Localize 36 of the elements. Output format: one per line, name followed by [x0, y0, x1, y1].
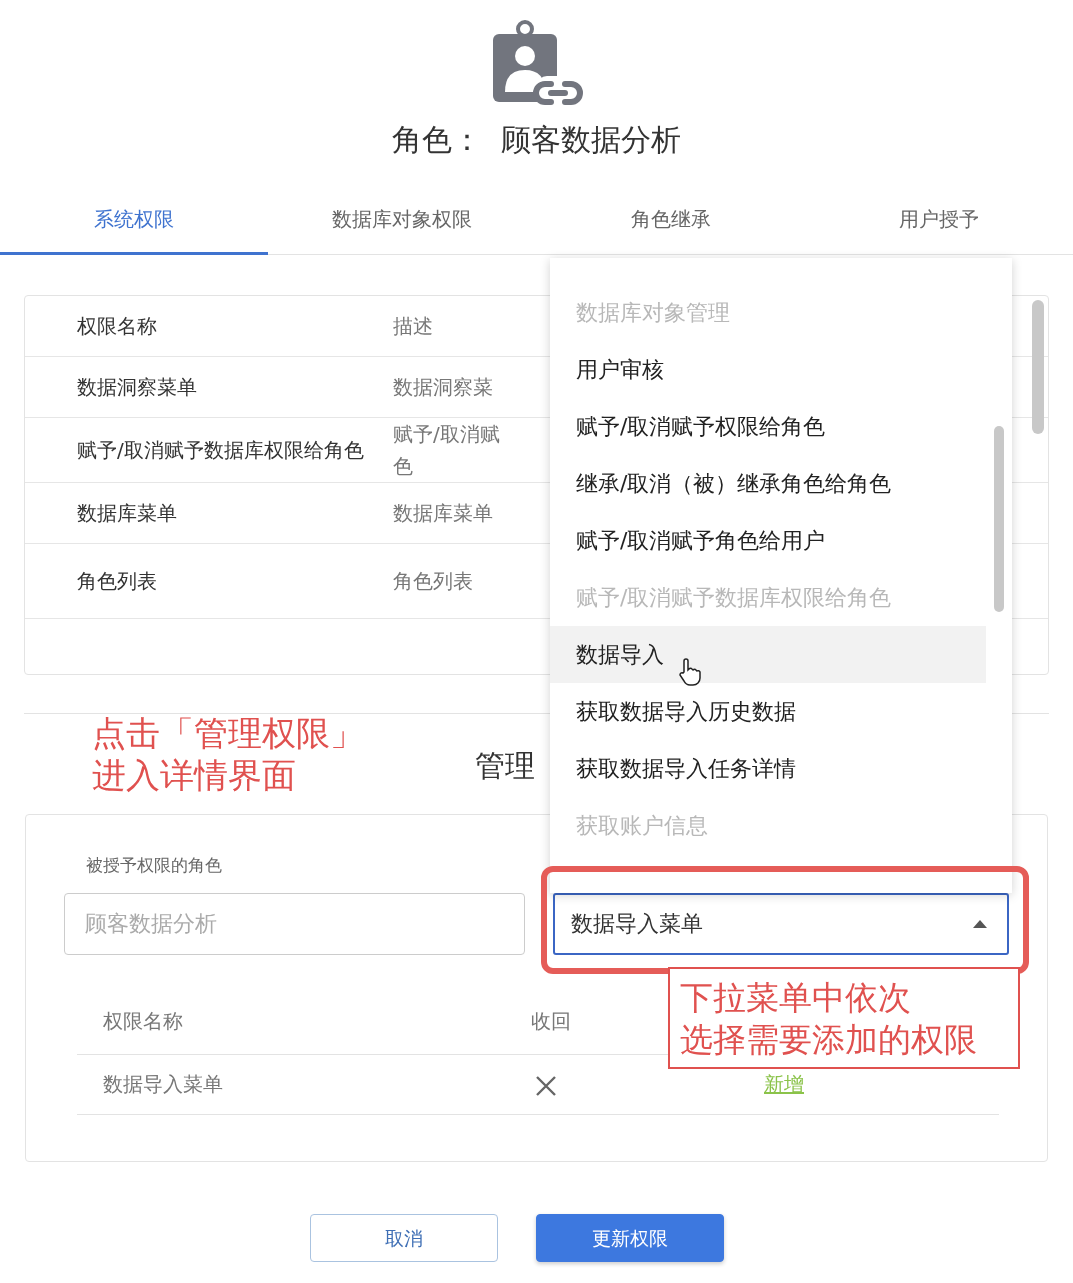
tab[interactable]: 用户授予	[804, 185, 1073, 255]
table-cell-text: 赋予/取消赋 色	[393, 421, 501, 480]
table-cell-text: 角色列表	[76, 568, 158, 595]
hand-cursor-icon	[678, 658, 702, 686]
annotation-note: 下拉菜单中依次 选择需要添加的权限	[668, 967, 1020, 1069]
column-header: 权限名称	[76, 313, 158, 340]
update-button[interactable]: 更新权限	[535, 1214, 724, 1262]
tab[interactable]: 系统权限	[0, 185, 269, 255]
table-cell-text: 角色列表	[393, 568, 474, 595]
menu-item[interactable]: 赋予/取消赋予权限给角色	[550, 398, 986, 455]
cancel-button[interactable]: 取消	[309, 1214, 498, 1262]
section-heading: 管理	[475, 747, 535, 785]
annotation-note: 点击「管理权限」 进入详情界面	[92, 712, 364, 796]
close-icon[interactable]	[535, 1074, 557, 1097]
table-cell-text: 数据库菜单	[393, 500, 494, 527]
table-cell-text: 数据库菜单	[76, 500, 178, 527]
scrollbar-thumb[interactable]	[994, 426, 1004, 612]
menu-item[interactable]: 赋予/取消赋予角色给用户	[550, 512, 986, 569]
tab[interactable]: 角色继承	[536, 185, 805, 255]
table-cell-text: 赋予/取消赋予数据库权限给角色	[76, 437, 365, 464]
scrollbar-thumb[interactable]	[1032, 300, 1044, 434]
column-header: 描述	[393, 313, 434, 340]
table-cell-text: 数据洞察菜	[393, 374, 494, 401]
table-cell: 数据导入菜单	[103, 1072, 223, 1096]
tab[interactable]: 数据库对象权限	[268, 185, 537, 255]
menu-item[interactable]: 用户审核	[550, 341, 986, 398]
permission-select[interactable]: 数据导入菜单	[552, 892, 1009, 955]
menu-item[interactable]: 继承/取消（被）继承角色给角色	[550, 455, 986, 512]
menu-item[interactable]: 获取数据导入任务详情	[550, 740, 986, 797]
role-title: 角色： 顾客数据分析	[391, 121, 682, 159]
menu-item[interactable]: 获取数据导入历史数据	[550, 683, 986, 740]
menu-item[interactable]: 数据导入	[550, 626, 986, 683]
table-cell-text: 数据洞察菜单	[76, 374, 198, 401]
field-label: 被授予权限的角色	[85, 854, 223, 877]
column-header: 权限名称	[103, 1009, 183, 1033]
column-header: 收回	[531, 1009, 571, 1033]
